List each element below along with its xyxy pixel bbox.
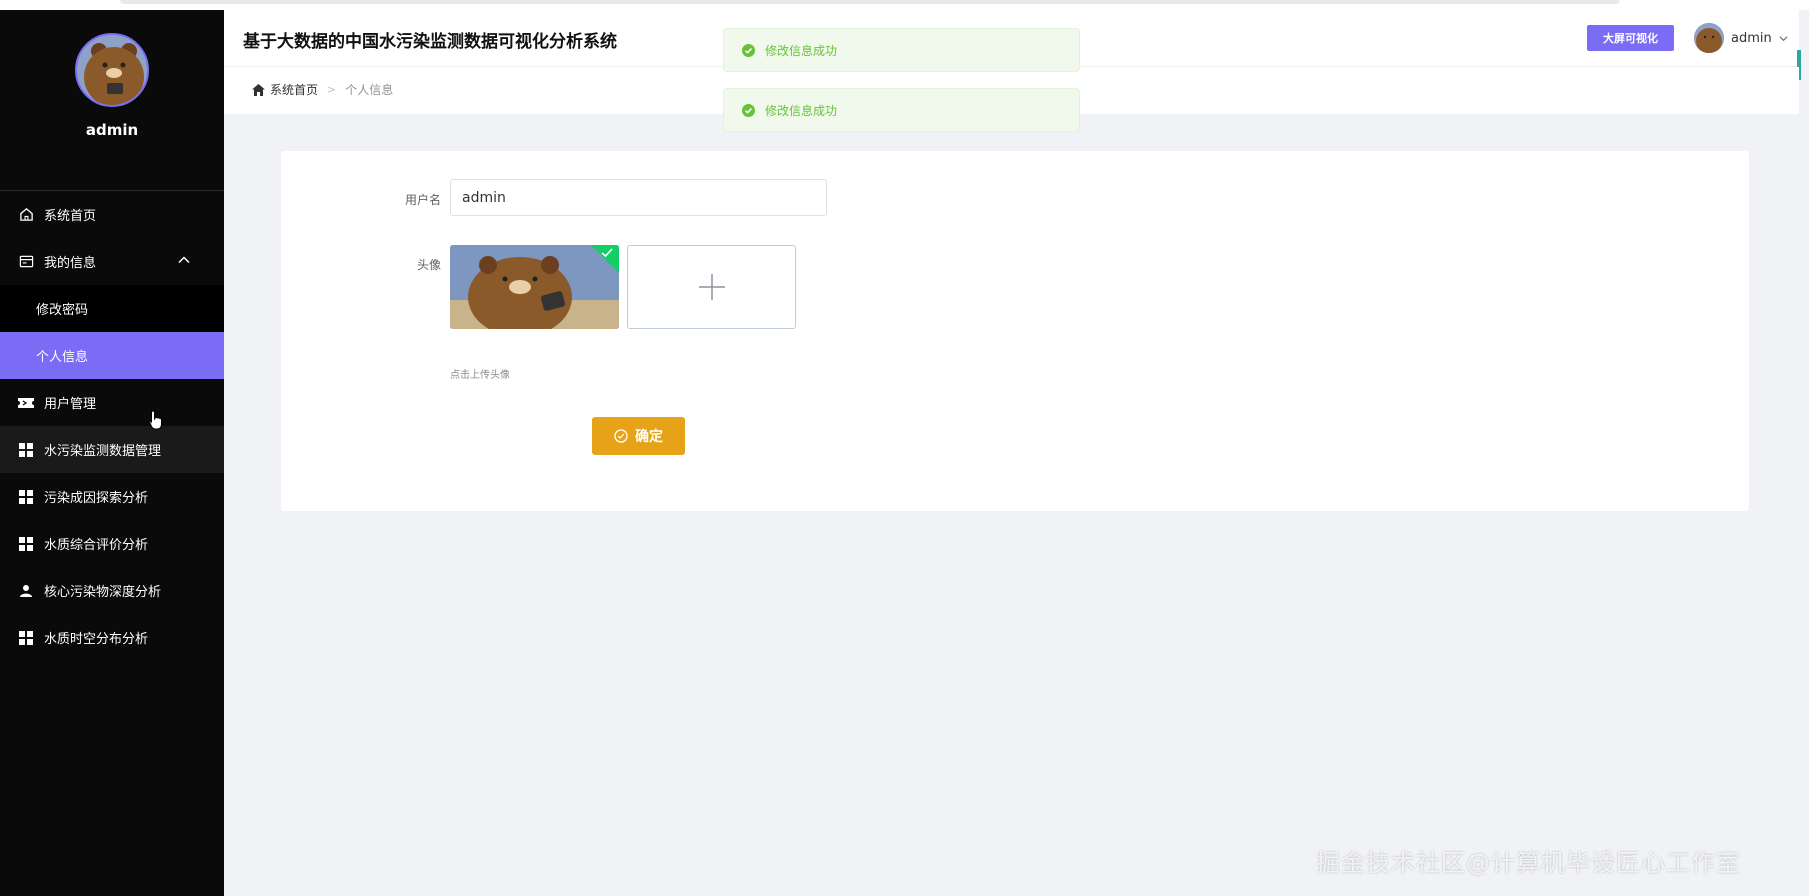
breadcrumb-home-label: 系统首页	[270, 83, 319, 97]
breadcrumb-current: 个人信息	[345, 83, 394, 97]
avatar	[1694, 23, 1724, 53]
user-name: admin	[1731, 30, 1772, 46]
sidebar-item-label: 我的信息	[44, 256, 97, 271]
sidebar-subitem-change-password[interactable]: 修改密码	[0, 285, 224, 332]
grid-icon	[18, 442, 34, 458]
sidebar-item-label: 系统首页	[44, 209, 97, 224]
home-icon	[252, 83, 265, 96]
sidebar-item-spatiotemporal-analysis[interactable]: 水质时空分布分析	[0, 614, 224, 661]
user-menu[interactable]: admin	[1694, 23, 1788, 53]
username-field[interactable]: admin	[450, 179, 827, 216]
chevron-up-icon[interactable]	[178, 254, 190, 266]
app-title: 基于大数据的中国水污染监测数据可视化分析系统	[243, 32, 617, 52]
avatar-upload-button[interactable]	[627, 245, 796, 329]
browser-top-strip	[0, 0, 1809, 10]
sidebar-item-label: 水质时空分布分析	[44, 632, 149, 647]
sidebar-item-label: 用户管理	[44, 397, 97, 412]
avatar-label: 头像	[416, 258, 441, 272]
sidebar-profile: admin	[0, 33, 224, 191]
bigscreen-button[interactable]: 大屏可视化	[1587, 25, 1674, 51]
sidebar-item-water-data-management[interactable]: 水污染监测数据管理	[0, 426, 224, 473]
avatar-thumbnail[interactable]	[450, 245, 619, 329]
username-label: 用户名	[404, 193, 441, 207]
breadcrumb-separator-icon: >	[327, 83, 337, 96]
sidebar-item-home[interactable]: 系统首页	[0, 191, 224, 238]
sidebar-item-pollution-cause-analysis[interactable]: 污染成因探索分析	[0, 473, 224, 520]
sidebar-avatar	[75, 33, 149, 107]
sidebar-item-core-pollutant-analysis[interactable]: 核心污染物深度分析	[0, 567, 224, 614]
sidebar-item-user-management[interactable]: 用户管理	[0, 379, 224, 426]
sidebar-subitem-personal-info[interactable]: 个人信息	[0, 332, 224, 379]
mouse-cursor-icon	[149, 410, 162, 430]
breadcrumb: 系统首页 > 个人信息	[252, 81, 393, 98]
sidebar-item-label: 污染成因探索分析	[44, 491, 149, 506]
check-circle-icon	[742, 43, 755, 57]
card-icon	[18, 254, 34, 270]
ticket-icon	[18, 395, 34, 411]
confirm-button[interactable]: 确定	[592, 417, 685, 455]
check-circle-icon	[742, 103, 755, 117]
person-icon	[18, 583, 34, 599]
watermark: 掘金技术社区@计算机毕设匠心工作室	[1316, 849, 1741, 877]
home-icon	[18, 207, 34, 223]
plus-icon	[698, 274, 725, 300]
grid-icon	[18, 536, 34, 552]
sidebar-item-label: 核心污染物深度分析	[44, 585, 162, 600]
toast-message: 修改信息成功	[765, 43, 838, 58]
check-circle-outline-icon	[614, 429, 628, 443]
sidebar-item-my-info[interactable]: 我的信息	[0, 238, 224, 285]
sidebar: admin 系统首页 我的信息 修改密码 个人信息 用户管理 水污染监测数据管理	[0, 10, 224, 896]
grid-icon	[18, 630, 34, 646]
check-icon	[601, 248, 613, 258]
toast-message: 修改信息成功	[765, 103, 838, 118]
confirm-button-label: 确定	[635, 429, 663, 445]
success-toast: 修改信息成功	[723, 28, 1080, 72]
sidebar-item-label: 水质综合评价分析	[44, 538, 149, 553]
sidebar-item-water-quality-evaluation[interactable]: 水质综合评价分析	[0, 520, 224, 567]
success-toast: 修改信息成功	[723, 88, 1080, 132]
grid-icon	[18, 489, 34, 505]
profile-form-card: 用户名 admin 头像 点击上传头像 确定	[281, 151, 1749, 511]
breadcrumb-home[interactable]: 系统首页	[252, 81, 318, 98]
sidebar-menu: 系统首页 我的信息 修改密码 个人信息 用户管理 水污染监测数据管理 污染成因探…	[0, 191, 224, 661]
sidebar-profile-name: admin	[85, 121, 139, 139]
chevron-down-icon	[1779, 35, 1788, 41]
upload-tip: 点击上传头像	[450, 370, 510, 381]
sidebar-item-label: 水污染监测数据管理	[44, 444, 162, 459]
